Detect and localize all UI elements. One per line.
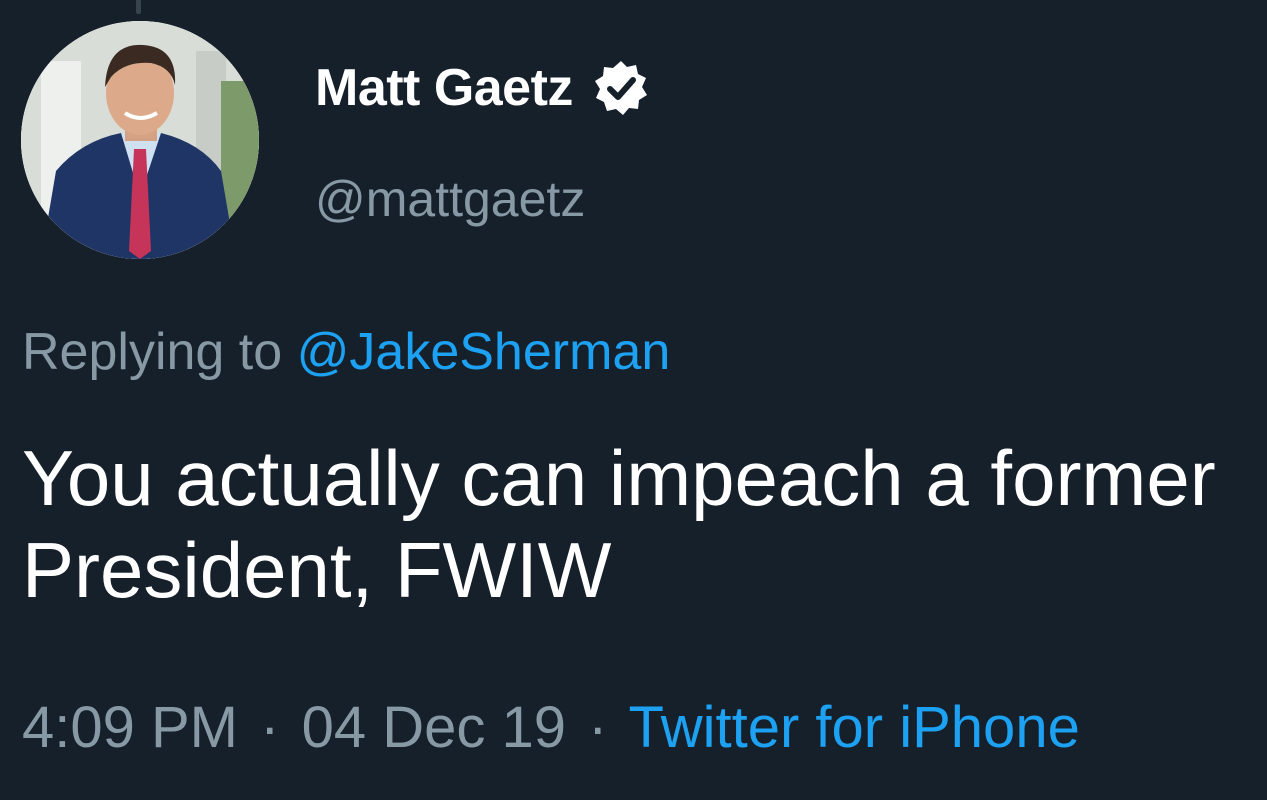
verified-badge-icon (591, 58, 651, 118)
meta-separator: · (588, 695, 608, 760)
tweet-meta: 4:09 PM · 04 Dec 19 · Twitter for iPhone (22, 694, 1080, 761)
tweet-time[interactable]: 4:09 PM (22, 695, 238, 760)
avatar-photo (21, 21, 259, 259)
tweet-text: You actually can impeach a former Presid… (22, 434, 1216, 614)
reply-mention-link[interactable]: @JakeSherman (297, 323, 671, 381)
reply-context: Replying to @JakeSherman (22, 322, 670, 382)
avatar[interactable] (21, 21, 259, 259)
tweet-date[interactable]: 04 Dec 19 (302, 695, 566, 760)
author-handle[interactable]: @mattgaetz (315, 170, 585, 228)
thread-connector-line (136, 0, 141, 14)
tweet-source-link[interactable]: Twitter for iPhone (629, 695, 1080, 760)
author-name-row[interactable]: Matt Gaetz (315, 58, 651, 118)
reply-prefix-label: Replying to (22, 323, 283, 381)
meta-separator: · (260, 695, 280, 760)
author-display-name[interactable]: Matt Gaetz (315, 58, 573, 118)
